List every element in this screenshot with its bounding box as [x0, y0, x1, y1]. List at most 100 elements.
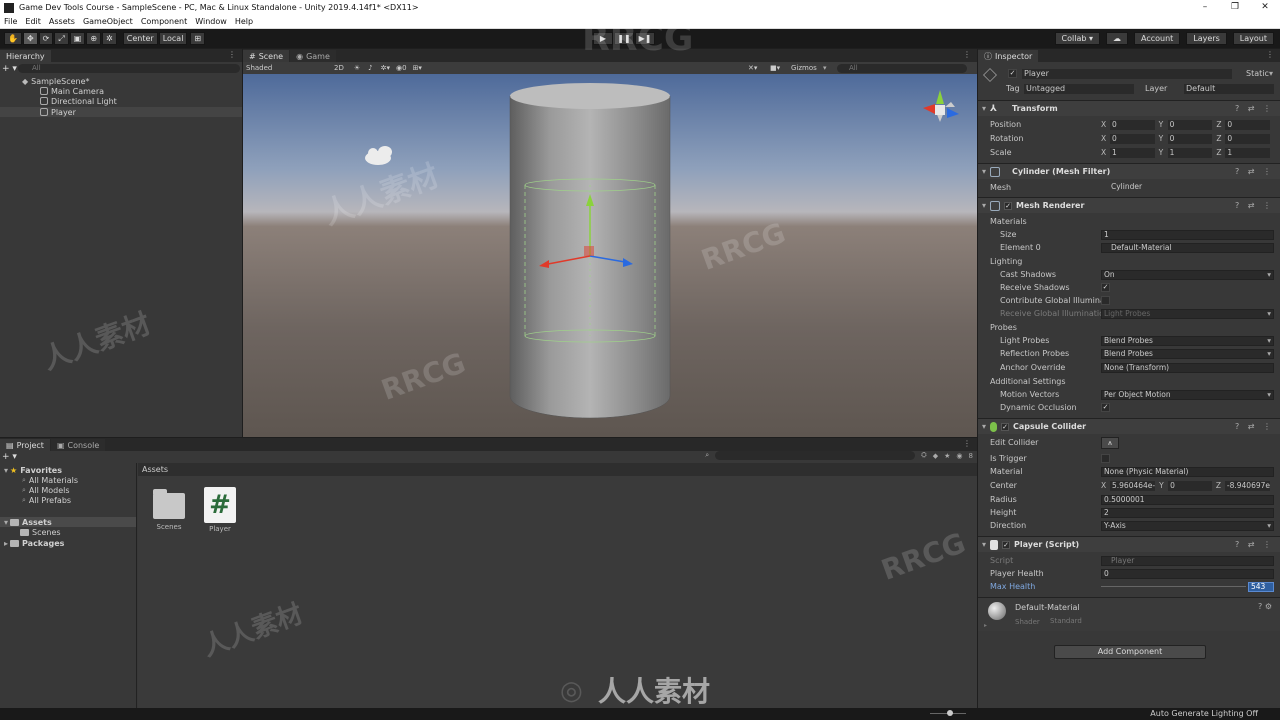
component-tools-icons[interactable]: ? ⇄ ⋮: [1235, 422, 1274, 431]
static-dropdown-icon[interactable]: ▾: [1269, 69, 1273, 78]
player-health-input[interactable]: 0: [1101, 568, 1274, 579]
tree-assets[interactable]: ▾ Assets: [0, 517, 136, 527]
scene-search-input[interactable]: All: [837, 63, 967, 73]
component-tools-icons[interactable]: ? ⇄ ⋮: [1235, 540, 1274, 549]
tab-inspector[interactable]: ⓘ Inspector: [978, 50, 1039, 62]
tools-icon[interactable]: ✕▾: [748, 64, 757, 72]
project-menu-icon[interactable]: ⋮: [963, 439, 971, 448]
light-probes-dropdown[interactable]: Blend Probes: [1101, 335, 1274, 346]
rect-tool-icon[interactable]: ▣: [69, 32, 86, 45]
tab-project[interactable]: ▤ Project: [0, 439, 50, 451]
anchor-override-field[interactable]: None (Transform): [1101, 362, 1274, 373]
player-script-enabled-checkbox[interactable]: ✓: [1002, 540, 1011, 549]
filter-label-icon[interactable]: ◆: [933, 452, 938, 460]
maximize-button[interactable]: ❐: [1220, 0, 1250, 15]
project-create-button[interactable]: + ▾: [2, 452, 17, 462]
player-script-header[interactable]: ▾ ✓ Player (Script) ? ⇄ ⋮: [978, 536, 1280, 552]
radius-input[interactable]: 0.5000001: [1101, 494, 1274, 505]
expand-arrow-icon[interactable]: ▾: [4, 518, 8, 527]
rotation-z-input[interactable]: 0: [1225, 133, 1271, 144]
layers-dropdown[interactable]: Layers: [1186, 32, 1227, 45]
inspector-menu-icon[interactable]: ⋮: [1266, 50, 1274, 59]
camera-icon[interactable]: ■▾: [770, 64, 780, 72]
hierarchy-scene-row[interactable]: ◆ SampleScene*: [0, 76, 242, 86]
hierarchy-item-player[interactable]: Player: [0, 107, 242, 117]
tag-dropdown[interactable]: Untagged: [1024, 83, 1134, 94]
tab-hierarchy[interactable]: Hierarchy: [0, 50, 51, 62]
expand-arrow-icon[interactable]: ▾: [982, 540, 986, 549]
transform-tool-icon[interactable]: ⊕: [86, 32, 102, 45]
menu-edit[interactable]: Edit: [25, 17, 41, 26]
mesh-object-field[interactable]: Cylinder: [1101, 182, 1274, 193]
tree-all-materials[interactable]: ⌕ All Materials: [0, 475, 136, 485]
asset-scenes-folder[interactable]: Scenes: [149, 489, 189, 531]
play-button[interactable]: ▶: [593, 32, 613, 45]
menu-assets[interactable]: Assets: [49, 17, 75, 26]
zoom-slider-handle[interactable]: [947, 710, 953, 716]
cloud-icon[interactable]: ☁: [1106, 32, 1128, 45]
filter-type-icon[interactable]: ⛭: [921, 451, 927, 460]
component-tools-icons[interactable]: ? ⇄ ⋮: [1235, 201, 1274, 210]
object-name-input[interactable]: Player: [1022, 68, 1232, 79]
orientation-gizmo-icon[interactable]: [923, 90, 959, 122]
expand-arrow-icon[interactable]: ▾: [982, 422, 986, 431]
shader-dropdown[interactable]: Standard: [1048, 617, 1274, 627]
is-trigger-checkbox[interactable]: [1101, 454, 1110, 463]
rotate-tool-icon[interactable]: ⟳: [38, 32, 54, 45]
receive-shadows-checkbox[interactable]: ✓: [1101, 283, 1110, 292]
favorite-star-icon[interactable]: ★: [944, 452, 950, 460]
physic-material-field[interactable]: None (Physic Material): [1101, 466, 1274, 477]
direction-dropdown[interactable]: Y-Axis: [1101, 520, 1274, 531]
hierarchy-menu-icon[interactable]: ⋮: [228, 50, 236, 59]
material-tools-icons[interactable]: ? ⚙: [1258, 602, 1272, 611]
menu-gameobject[interactable]: GameObject: [83, 17, 133, 26]
capsule-collider-header[interactable]: ▾ ✓ Capsule Collider ? ⇄ ⋮: [978, 418, 1280, 434]
position-y-input[interactable]: 0: [1167, 119, 1213, 130]
transform-header[interactable]: ▾ ⅄ Transform ? ⇄ ⋮: [978, 100, 1280, 116]
grid-toggle-icon[interactable]: ⊞▾: [413, 64, 422, 72]
lighting-foldout[interactable]: Lighting: [990, 257, 1022, 266]
element0-object-field[interactable]: Default-Material: [1101, 242, 1274, 253]
materials-foldout[interactable]: Materials: [990, 217, 1027, 226]
step-button[interactable]: ▶❚: [635, 32, 655, 45]
minimize-button[interactable]: –: [1190, 0, 1220, 15]
project-search-input[interactable]: [715, 451, 916, 460]
hand-tool-icon[interactable]: ✋: [4, 32, 22, 45]
expand-arrow-icon[interactable]: ▾: [982, 167, 986, 176]
tree-all-prefabs[interactable]: ⌕ All Prefabs: [0, 495, 136, 505]
collab-button[interactable]: Collab ▾: [1054, 32, 1100, 45]
additional-settings-foldout[interactable]: Additional Settings: [990, 377, 1066, 386]
hierarchy-search-input[interactable]: All: [18, 64, 240, 73]
component-tools-icons[interactable]: ? ⇄ ⋮: [1235, 104, 1274, 113]
capsule-collider-enabled-checkbox[interactable]: ✓: [1001, 422, 1010, 431]
mesh-filter-header[interactable]: ▾ Cylinder (Mesh Filter) ? ⇄ ⋮: [978, 163, 1280, 179]
scene-menu-icon[interactable]: ⋮: [963, 50, 971, 59]
tab-game[interactable]: ◉ Game: [290, 50, 336, 62]
rotation-x-input[interactable]: 0: [1110, 133, 1155, 144]
scale-z-input[interactable]: 1: [1225, 147, 1271, 158]
hierarchy-item-main-camera[interactable]: Main Camera: [0, 86, 242, 96]
mode-2d-toggle[interactable]: 2D: [334, 64, 344, 72]
expand-arrow-icon[interactable]: ▾: [982, 104, 986, 113]
max-health-input[interactable]: 543: [1248, 581, 1274, 592]
static-toggle[interactable]: Static: [1246, 69, 1269, 78]
account-dropdown[interactable]: Account: [1134, 32, 1181, 45]
add-component-button[interactable]: Add Component: [1054, 645, 1206, 659]
pivot-center-toggle[interactable]: Center: [122, 32, 158, 45]
expand-arrow-icon[interactable]: ▾: [4, 466, 8, 475]
menu-window[interactable]: Window: [195, 17, 227, 26]
scale-y-input[interactable]: 1: [1167, 147, 1213, 158]
tab-console[interactable]: ▣ Console: [50, 439, 106, 451]
pause-button[interactable]: ❚❚: [614, 32, 634, 45]
grid-snap-icon[interactable]: ⊞: [190, 32, 206, 45]
position-z-input[interactable]: 0: [1225, 119, 1271, 130]
tree-packages[interactable]: ▸ Packages: [0, 538, 136, 548]
close-button[interactable]: ✕: [1250, 0, 1280, 15]
layout-dropdown[interactable]: Layout: [1232, 32, 1274, 45]
pivot-local-toggle[interactable]: Local: [158, 32, 188, 45]
center-x-input[interactable]: 5.960464e-: [1110, 480, 1156, 491]
custom-tool-icon[interactable]: ✲: [102, 32, 117, 45]
rotation-y-input[interactable]: 0: [1167, 133, 1213, 144]
tree-all-models[interactable]: ⌕ All Models: [0, 485, 136, 495]
probes-foldout[interactable]: Probes: [990, 323, 1017, 332]
